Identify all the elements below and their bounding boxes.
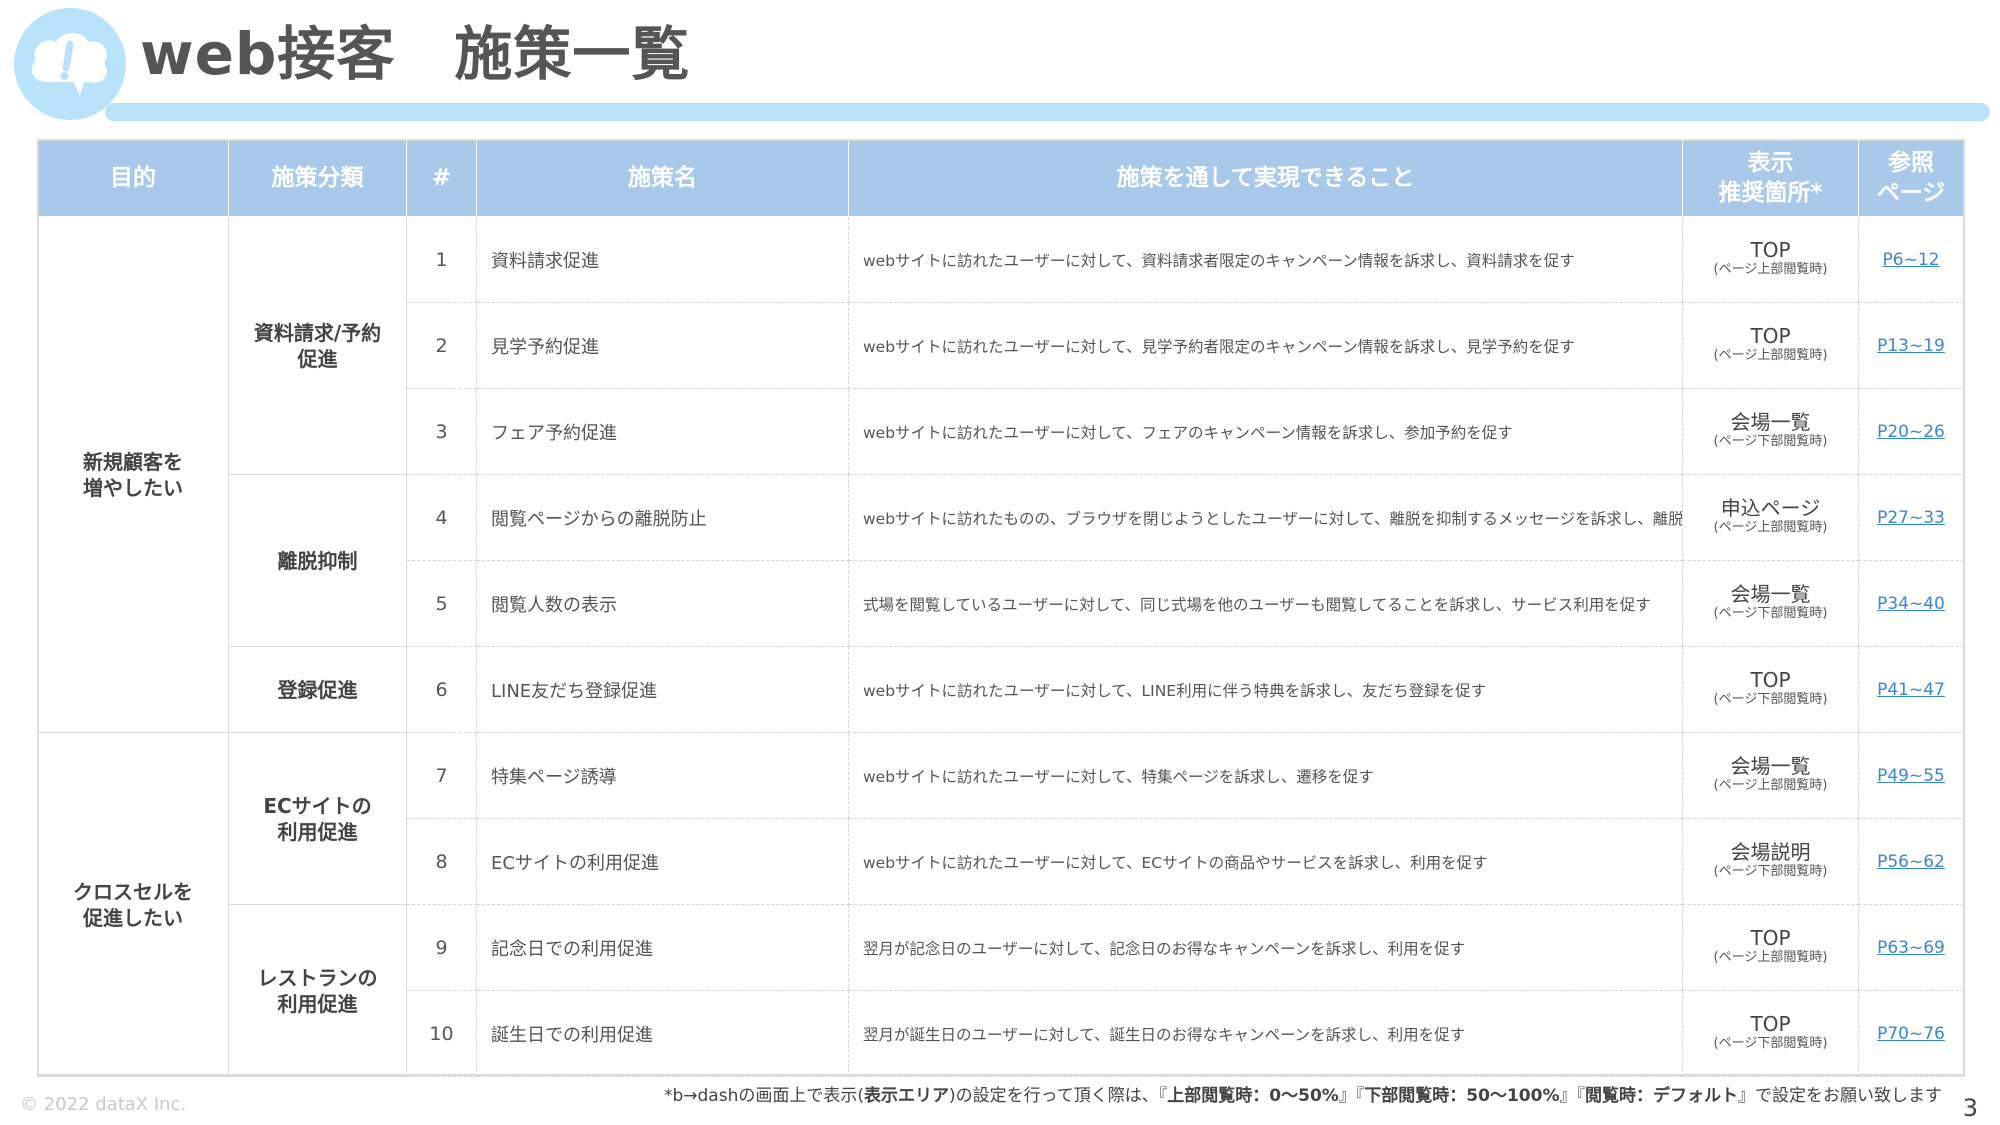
- page-link[interactable]: P20~26: [1877, 422, 1945, 442]
- page-cell: P63~69: [1858, 904, 1964, 991]
- page-cell: P13~19: [1858, 302, 1964, 389]
- page-cell: P49~55: [1858, 732, 1964, 819]
- header-purpose: 目的: [37, 139, 229, 217]
- header-description: 施策を通して実現できること: [848, 139, 1683, 217]
- measure-description: 翌月が誕生日のユーザーに対して、誕生日のお得なキャンペーンを訴求し、利用を促す: [848, 990, 1683, 1077]
- page-link[interactable]: P63~69: [1877, 938, 1945, 958]
- title-underline-bar: [105, 103, 1990, 121]
- row-number: 4: [406, 474, 477, 561]
- measure-name: LINE友だち登録促進: [476, 646, 849, 733]
- page-link[interactable]: P56~62: [1877, 852, 1945, 872]
- row-number: 7: [406, 732, 477, 819]
- row-number: 9: [406, 904, 477, 991]
- measure-name: 閲覧人数の表示: [476, 560, 849, 647]
- page-link[interactable]: P49~55: [1877, 766, 1945, 786]
- measure-description: 式場を閲覧しているユーザーに対して、同じ式場を他のユーザーも閲覧してることを訴求…: [848, 560, 1683, 647]
- measures-table: 目的 施策分類 # 施策名 施策を通して実現できること 表示 推奨箇所* 参照 ペー…: [37, 139, 1964, 1077]
- measure-name: 誕生日での利用促進: [476, 990, 849, 1077]
- placement-cell: 申込ページ (ページ上部閲覧時): [1682, 474, 1859, 561]
- page-title: web接客 施策一覧: [140, 20, 691, 88]
- placement-cell: TOP (ページ上部閲覧時): [1682, 216, 1859, 303]
- measure-name: ECサイトの利用促進: [476, 818, 849, 905]
- measure-description: webサイトに訪れたユーザーに対して、見学予約者限定のキャンペーン情報を訴求し、…: [848, 302, 1683, 389]
- placement-cell: 会場一覧 (ページ上部閲覧時): [1682, 732, 1859, 819]
- copyright: © 2022 dataX Inc.: [20, 1094, 187, 1115]
- placement-cell: TOP (ページ上部閲覧時): [1682, 904, 1859, 991]
- row-number: 1: [406, 216, 477, 303]
- page-link[interactable]: P70~76: [1877, 1024, 1945, 1044]
- header-page: 参照 ページ: [1858, 139, 1964, 217]
- table-row: レストランの 利用促進 9 記念日での利用促進 翌月が記念日のユーザーに対して、記…: [38, 904, 1964, 1077]
- measure-name: 資料請求促進: [476, 216, 849, 303]
- header-number: #: [406, 139, 477, 217]
- placement-cell: TOP (ページ下部閲覧時): [1682, 646, 1859, 733]
- placement-cell: 会場一覧 (ページ下部閲覧時): [1682, 388, 1859, 475]
- header-category: 施策分類: [228, 139, 407, 217]
- header-placement: 表示 推奨箇所*: [1682, 139, 1859, 217]
- row-number: 5: [406, 560, 477, 647]
- cloud-exclamation-icon: [31, 33, 107, 96]
- measure-description: webサイトに訪れたユーザーに対して、特集ページを訴求し、遷移を促す: [848, 732, 1683, 819]
- page-number: 3: [1962, 1094, 1978, 1122]
- row-number: 2: [406, 302, 477, 389]
- category-cell: 資料請求/予約 促進: [228, 216, 407, 475]
- page-cell: P41~47: [1858, 646, 1964, 733]
- page-cell: P34~40: [1858, 560, 1964, 647]
- footnote: *b→dashの画面上で表示(表示エリア)の設定を行って頂く際は、『上部閲覧時：…: [663, 1086, 1942, 1106]
- row-number: 6: [406, 646, 477, 733]
- measure-name: 特集ページ誘導: [476, 732, 849, 819]
- purpose-cell: 新規顧客を 増やしたい: [37, 216, 229, 733]
- category-cell: 登録促進: [228, 646, 407, 733]
- row-number: 8: [406, 818, 477, 905]
- category-cell: ECサイトの 利用促進: [228, 732, 407, 905]
- page-link[interactable]: P13~19: [1877, 336, 1945, 356]
- placement-cell: 会場一覧 (ページ下部閲覧時): [1682, 560, 1859, 647]
- measure-description: webサイトに訪れたユーザーに対して、フェアのキャンペーン情報を訴求し、参加予約…: [848, 388, 1683, 475]
- page-link[interactable]: P6~12: [1883, 250, 1940, 270]
- measure-description: webサイトに訪れたユーザーに対して、ECサイトの商品やサービスを訴求し、利用を…: [848, 818, 1683, 905]
- measure-description: webサイトに訪れたユーザーに対して、資料請求者限定のキャンペーン情報を訴求し、…: [848, 216, 1683, 303]
- category-cell: レストランの 利用促進: [228, 904, 407, 1077]
- measure-description: 翌月が記念日のユーザーに対して、記念日のお得なキャンペーンを訴求し、利用を促す: [848, 904, 1683, 991]
- measure-name: 記念日での利用促進: [476, 904, 849, 991]
- measure-name: 見学予約促進: [476, 302, 849, 389]
- row-number: 3: [406, 388, 477, 475]
- page-link[interactable]: P34~40: [1877, 594, 1945, 614]
- purpose-cell: クロスセルを 促進したい: [37, 732, 229, 1077]
- page-cell: P20~26: [1858, 388, 1964, 475]
- measure-description: webサイトに訪れたユーザーに対して、LINE利用に伴う特典を訴求し、友だち登録…: [848, 646, 1683, 733]
- measure-name: フェア予約促進: [476, 388, 849, 475]
- placement-cell: TOP (ページ上部閲覧時): [1682, 302, 1859, 389]
- category-cell: 離脱抑制: [228, 474, 407, 647]
- row-number: 10: [406, 990, 477, 1077]
- page-cell: P27~33: [1858, 474, 1964, 561]
- page-link[interactable]: P27~33: [1877, 508, 1945, 528]
- measure-name: 閲覧ページからの離脱防止: [476, 474, 849, 561]
- measure-description: webサイトに訪れたものの、ブラウザを閉じようとしたユーザーに対して、離脱を抑制…: [848, 474, 1683, 561]
- table-row: 登録促進 6 LINE友だち登録促進 webサイトに訪れたユーザーに対して、LI…: [38, 646, 1964, 733]
- table-row: 新規顧客を 増やしたい 資料請求/予約 促進 1 資料請求促進 webサイトに訪れた…: [37, 216, 1964, 733]
- table-row: クロスセルを 促進したい ECサイトの 利用促進 7 特集ページ誘導 webサイトに…: [37, 732, 1964, 1077]
- table-header-row: 目的 施策分類 # 施策名 施策を通して実現できること 表示 推奨箇所* 参照 ペー…: [37, 139, 1964, 217]
- page-cell: P70~76: [1858, 990, 1964, 1077]
- page-cell: P6~12: [1858, 216, 1964, 303]
- placement-cell: TOP (ページ下部閲覧時): [1682, 990, 1859, 1077]
- page-link[interactable]: P41~47: [1877, 680, 1945, 700]
- page-cell: P56~62: [1858, 818, 1964, 905]
- table-row: 離脱抑制 4 閲覧ページからの離脱防止 webサイトに訪れたものの、ブラウザを閉…: [38, 474, 1964, 647]
- placement-cell: 会場説明 (ページ下部閲覧時): [1682, 818, 1859, 905]
- header-name: 施策名: [476, 139, 849, 217]
